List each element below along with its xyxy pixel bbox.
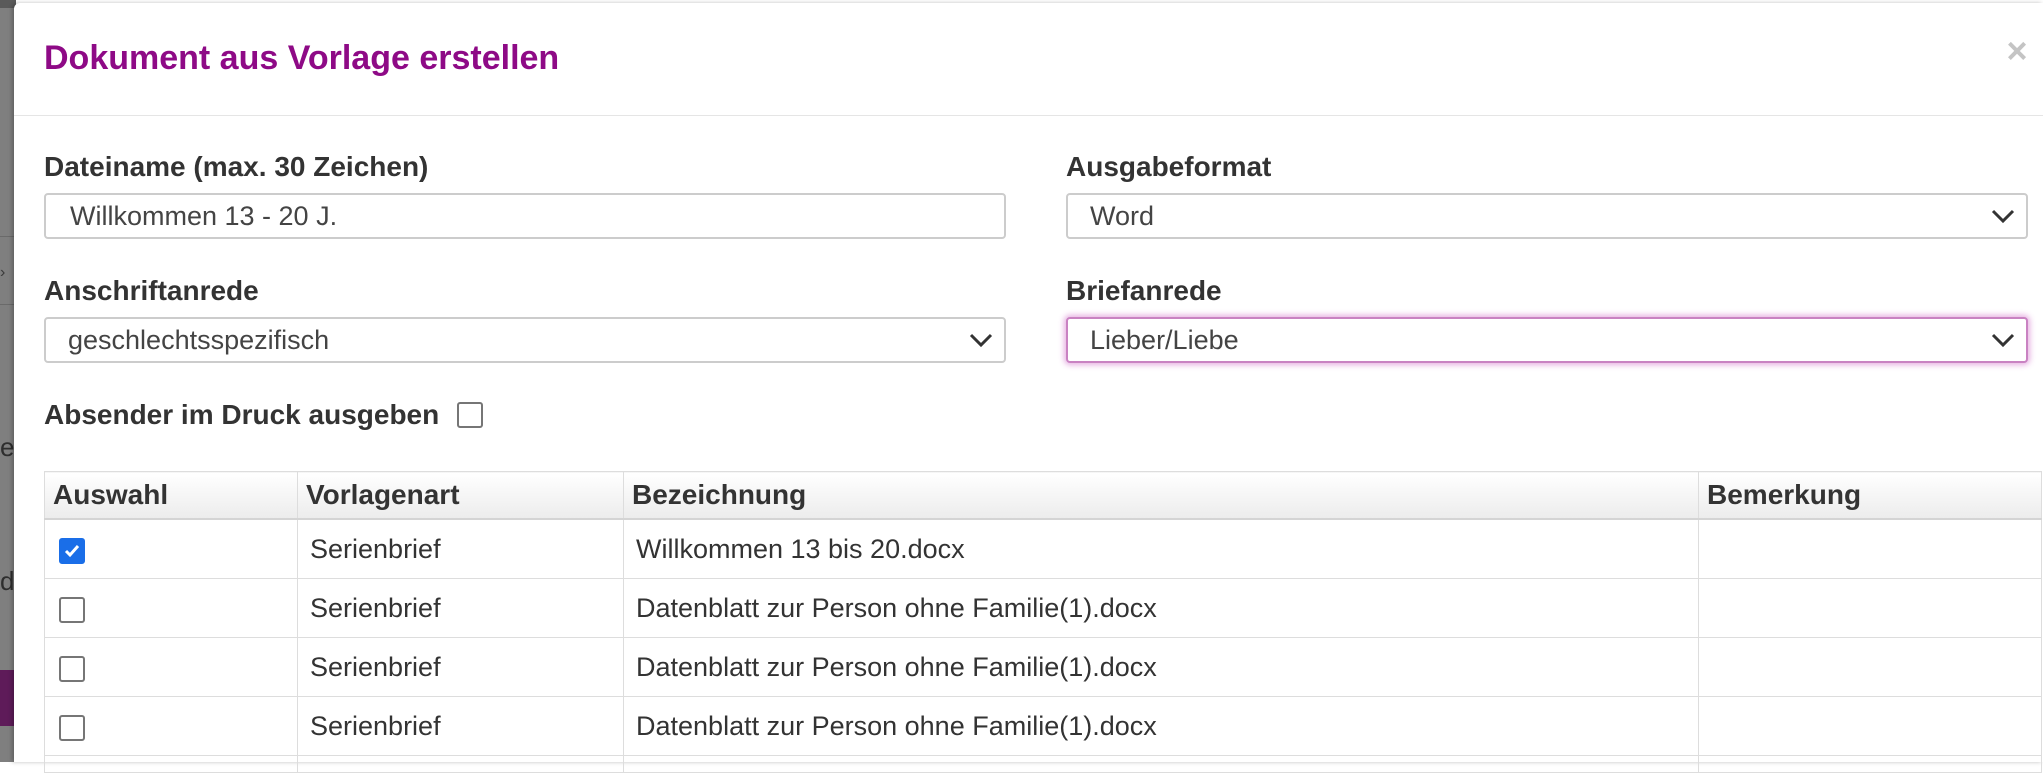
template-type-cell: Serienbrief xyxy=(297,637,624,697)
letter-salutation-value: Lieber/Liebe xyxy=(1090,325,1239,355)
column-header-selection[interactable]: Auswahl xyxy=(44,471,298,520)
table-row[interactable]: Serienbrief Datenblatt zur Person ohne F… xyxy=(44,637,2042,697)
address-salutation-select[interactable]: geschlechtsspezifisch xyxy=(44,317,1006,363)
background-chevron-icon: › xyxy=(0,264,6,281)
template-type-cell: Serienbrief xyxy=(297,518,624,579)
column-header-template-type[interactable]: Vorlagenart xyxy=(297,471,624,520)
letter-salutation-label: Briefanrede xyxy=(1066,275,1222,306)
selection-cell xyxy=(44,578,298,638)
table-row-partial xyxy=(44,755,2042,773)
address-salutation-value: geschlechtsspezifisch xyxy=(68,325,330,355)
background-text: de xyxy=(0,566,14,596)
template-name-cell: Datenblatt zur Person ohne Familie(1).do… xyxy=(623,637,1699,697)
selection-cell xyxy=(44,637,298,697)
letter-salutation-select[interactable]: Lieber/Liebe xyxy=(1066,317,2028,363)
row-select-checkbox[interactable] xyxy=(59,656,85,682)
checkmark-icon xyxy=(64,545,80,558)
template-name-cell: Datenblatt zur Person ohne Familie(1).do… xyxy=(623,696,1699,756)
remark-cell xyxy=(1698,518,2042,579)
table-cell xyxy=(1698,755,2042,773)
row-select-checkbox[interactable] xyxy=(59,597,85,623)
create-document-dialog: Dokument aus Vorlage erstellen × Dateina… xyxy=(14,3,2043,773)
filename-label: Dateiname (max. 30 Zeichen) xyxy=(44,151,429,182)
chevron-down-icon xyxy=(1990,329,2016,351)
output-format-label: Ausgabeformat xyxy=(1066,151,1272,182)
filename-value: Willkommen 13 - 20 J. xyxy=(70,201,338,231)
dialog-header: Dokument aus Vorlage erstellen × xyxy=(14,3,2043,116)
address-salutation-label: Anschriftanrede xyxy=(44,275,259,306)
remark-cell xyxy=(1698,637,2042,697)
template-name-cell: Datenblatt zur Person ohne Familie(1).do… xyxy=(623,578,1699,638)
sender-print-checkbox[interactable] xyxy=(457,402,483,428)
background-text: e xyxy=(0,432,14,462)
close-icon[interactable]: × xyxy=(2001,31,2033,71)
table-cell xyxy=(297,755,624,773)
output-format-select[interactable]: Word xyxy=(1066,193,2028,239)
template-name-cell: Willkommen 13 bis 20.docx xyxy=(623,518,1699,579)
template-table: Auswahl Vorlagenart Bezeichnung Bemerkun… xyxy=(44,471,2042,773)
table-header-row: Auswahl Vorlagenart Bezeichnung Bemerkun… xyxy=(44,471,2042,520)
output-format-value: Word xyxy=(1090,201,1155,231)
column-header-name[interactable]: Bezeichnung xyxy=(623,471,1699,520)
table-cell xyxy=(44,755,298,773)
table-row[interactable]: Serienbrief Willkommen 13 bis 20.docx xyxy=(44,518,2042,579)
sender-print-label: Absender im Druck ausgeben xyxy=(44,399,440,430)
template-type-cell: Serienbrief xyxy=(297,696,624,756)
selection-cell xyxy=(44,518,298,579)
table-cell xyxy=(623,755,1699,773)
remark-cell xyxy=(1698,578,2042,638)
selection-cell xyxy=(44,696,298,756)
dialog-title: Dokument aus Vorlage erstellen xyxy=(44,39,560,77)
row-select-checkbox[interactable] xyxy=(59,715,85,741)
remark-cell xyxy=(1698,696,2042,756)
table-row[interactable]: Serienbrief Datenblatt zur Person ohne F… xyxy=(44,696,2042,756)
template-type-cell: Serienbrief xyxy=(297,578,624,638)
chevron-down-icon xyxy=(1990,205,2016,227)
filename-input[interactable]: Willkommen 13 - 20 J. xyxy=(44,193,1006,239)
chevron-down-icon xyxy=(968,329,994,351)
row-select-checkbox[interactable] xyxy=(59,538,85,564)
table-row[interactable]: Serienbrief Datenblatt zur Person ohne F… xyxy=(44,578,2042,638)
column-header-remark[interactable]: Bemerkung xyxy=(1698,471,2042,520)
